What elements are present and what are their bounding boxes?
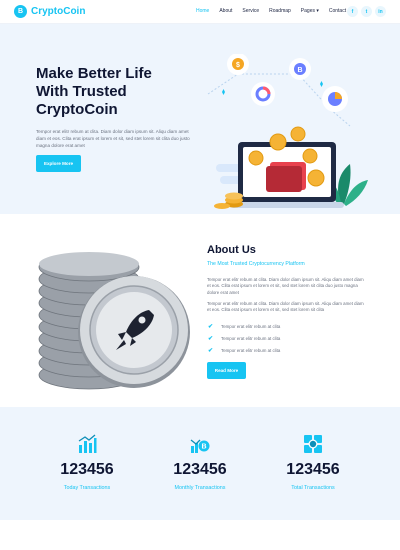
stat-label: Total Transactions [291, 485, 335, 491]
about-paragraph-1: Tempor erat elitr rebum at clita. Diam d… [207, 277, 364, 295]
check-item-label: Tempor erat elitr rebum at clita [221, 348, 281, 353]
dollar-coin-icon: $ [227, 54, 249, 75]
stat-value: 123456 [173, 461, 227, 478]
explore-more-button[interactable]: Explore More [36, 155, 81, 172]
nav-item-home[interactable]: Home [196, 8, 209, 14]
bitcoin-chart-icon: B [190, 439, 210, 453]
brand-logo[interactable]: B CryptoCoin [14, 5, 85, 18]
bitcoin-coin-icon: B [289, 58, 311, 80]
nav-item-roadmap[interactable]: Roadmap [269, 8, 291, 14]
check-icon: ✔ [207, 324, 214, 330]
linkedin-icon[interactable]: in [375, 6, 386, 17]
svg-text:B: B [297, 67, 302, 74]
svg-text:$: $ [236, 62, 240, 69]
stat-label: Today Transactions [63, 485, 111, 491]
nav-item-pages[interactable]: Pages ▾ [301, 8, 319, 14]
svg-text:B: B [201, 444, 206, 451]
bitcoin-logo-icon: B [14, 5, 27, 18]
stat-value: 123456 [60, 461, 114, 478]
check-icon: ✔ [207, 348, 214, 354]
donut-chart-icon [251, 82, 275, 106]
wallet-icon [266, 162, 306, 192]
hero-title: Make Better Life With Trusted CryptoCoin [36, 65, 152, 118]
check-item-label: Tempor erat elitr rebum at clita [221, 336, 281, 341]
check-item: ✔ Tempor erat elitr rebum at clita [207, 347, 280, 354]
social-links: f t in [347, 6, 389, 17]
read-more-button[interactable]: Read More [207, 362, 246, 379]
coin-stack-illustration [38, 252, 190, 390]
hero-section: Make Better Life With Trusted CryptoCoin… [0, 24, 400, 214]
hero-text: Tempor erat elitr rebum at clita. Diam d… [36, 129, 190, 148]
stat-value: 123456 [286, 461, 340, 478]
check-icon: ✔ [207, 336, 214, 342]
hero-illustration: $ B [207, 54, 368, 209]
about-paragraph-2: Tempor erat elitr rebum at clita. Diam d… [207, 301, 364, 313]
check-item: ✔ Tempor erat elitr rebum at clita [207, 335, 280, 342]
nav-item-service[interactable]: Service [242, 8, 259, 14]
pie-chart-icon [322, 86, 348, 112]
twitter-icon[interactable]: t [361, 6, 372, 17]
nav-item-about[interactable]: About [219, 8, 232, 14]
stat-label: Monthly Transactions [174, 485, 226, 491]
navbar: B CryptoCoin Home About Service Roadmap … [0, 0, 400, 24]
crypto-grid-icon [304, 435, 322, 453]
nav-item-contact[interactable]: Contact [329, 8, 346, 14]
about-subtitle: The Most Trusted Cryptocurrency Platform [207, 261, 305, 267]
main-menu: Home About Service Roadmap Pages ▾ Conta… [196, 8, 356, 14]
facebook-icon[interactable]: f [347, 6, 358, 17]
check-item: ✔ Tempor erat elitr rebum at clita [207, 323, 280, 330]
stats-section: 123456 Today Transactions B 123456 Month… [0, 407, 400, 520]
brand-name: CryptoCoin [31, 6, 86, 17]
bar-chart-icon [78, 434, 97, 453]
check-item-label: Tempor erat elitr rebum at clita [221, 324, 281, 329]
about-title: About Us [207, 244, 256, 256]
